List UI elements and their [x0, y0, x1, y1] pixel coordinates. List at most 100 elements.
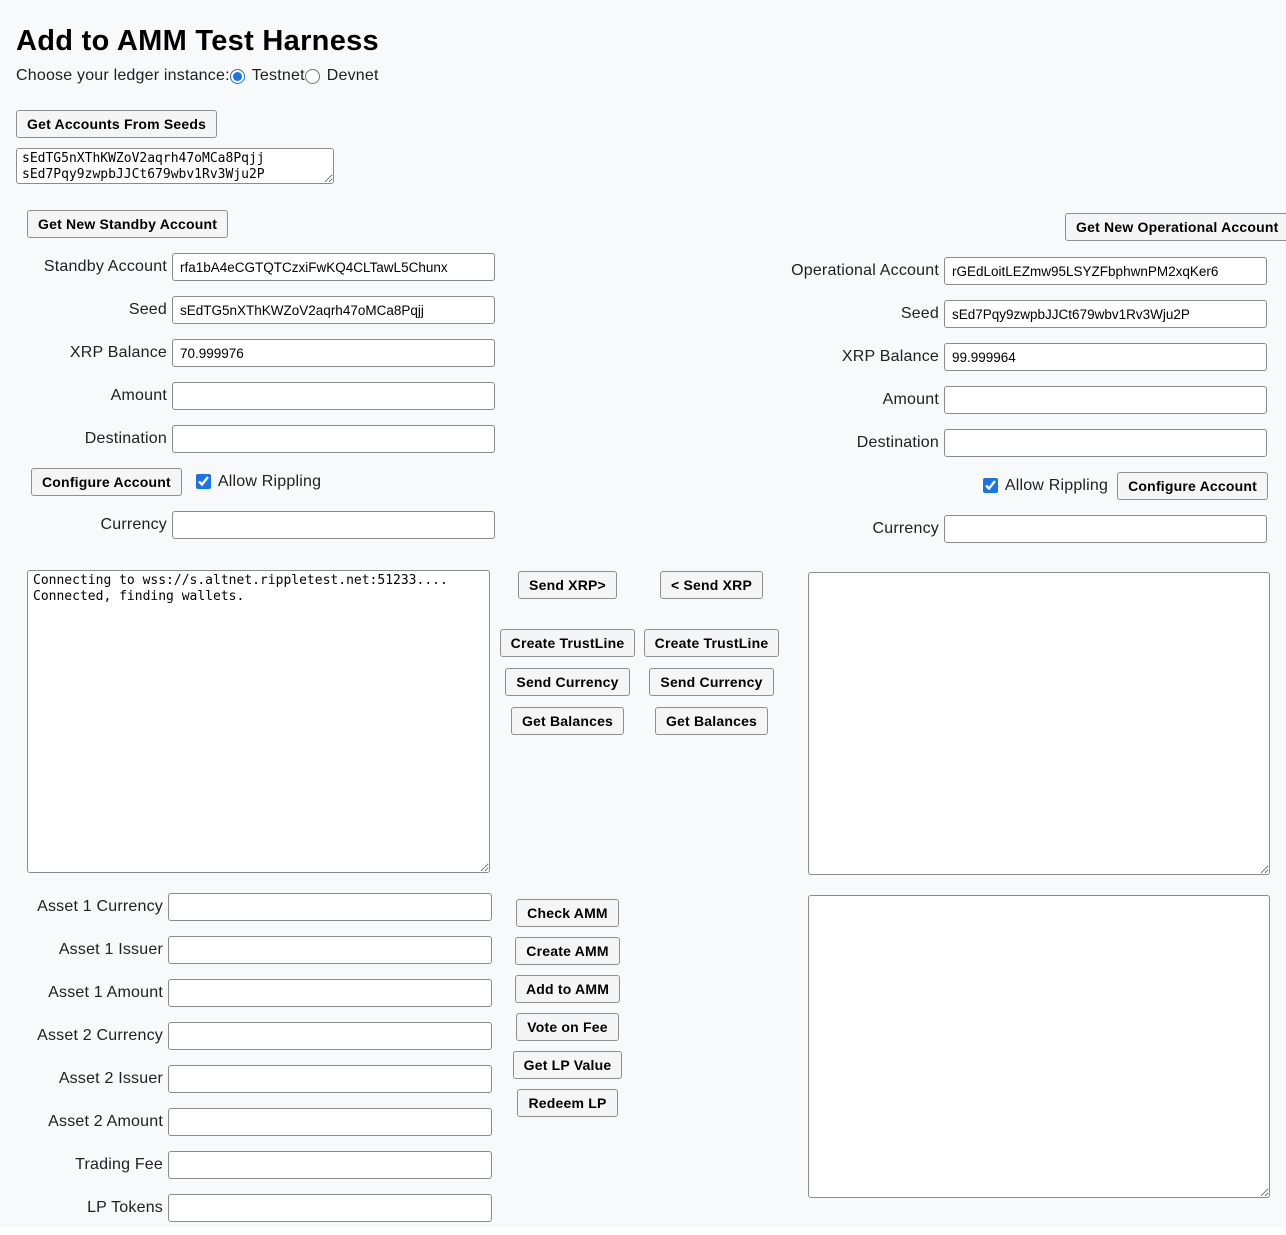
- asset2-amount-input[interactable]: [168, 1108, 492, 1136]
- trading-fee-row: Trading Fee: [0, 1151, 492, 1179]
- operational-balance-row: XRP Balance: [600, 343, 1267, 371]
- lp-tokens-label: LP Tokens: [0, 1199, 168, 1217]
- operational-seed-row: Seed: [600, 300, 1267, 328]
- page-title: Add to AMM Test Harness: [16, 25, 379, 58]
- asset2-issuer-label: Asset 2 Issuer: [0, 1070, 168, 1088]
- asset2-issuer-input[interactable]: [168, 1065, 492, 1093]
- standby-balance-row: XRP Balance: [0, 339, 495, 367]
- operational-send-currency-button[interactable]: Send Currency: [649, 668, 773, 696]
- standby-seed-input[interactable]: [172, 296, 495, 324]
- asset1-issuer-label: Asset 1 Issuer: [0, 941, 168, 959]
- operational-destination-row: Destination: [600, 429, 1267, 457]
- amm-results-textarea[interactable]: [808, 895, 1270, 1198]
- operational-account-row: Operational Account: [600, 257, 1267, 285]
- standby-send-currency-button[interactable]: Send Currency: [505, 668, 629, 696]
- asset2-currency-label: Asset 2 Currency: [0, 1027, 168, 1045]
- standby-allow-rippling-label: Allow Rippling: [218, 473, 321, 491]
- asset2-amount-row: Asset 2 Amount: [0, 1108, 492, 1136]
- operational-amount-label: Amount: [600, 391, 944, 409]
- standby-currency-row: Currency: [0, 511, 495, 539]
- testnet-radio-label: Testnet: [252, 67, 305, 85]
- check-amm-button[interactable]: Check AMM: [516, 899, 619, 927]
- asset1-currency-input[interactable]: [168, 893, 492, 921]
- standby-account-label: Standby Account: [0, 258, 172, 276]
- standby-amount-input[interactable]: [172, 382, 495, 410]
- operational-allow-rippling-checkbox[interactable]: [983, 478, 998, 493]
- add-to-amm-button[interactable]: Add to AMM: [515, 975, 620, 1003]
- asset1-currency-row: Asset 1 Currency: [0, 893, 492, 921]
- seeds-textarea[interactable]: [16, 148, 334, 184]
- standby-destination-input[interactable]: [172, 425, 495, 453]
- asset1-issuer-row: Asset 1 Issuer: [0, 936, 492, 964]
- standby-get-balances-button[interactable]: Get Balances: [511, 707, 624, 735]
- standby-configure-account-button[interactable]: Configure Account: [31, 468, 182, 496]
- get-accounts-from-seeds-button[interactable]: Get Accounts From Seeds: [16, 110, 217, 138]
- standby-xrp-balance-input[interactable]: [172, 339, 495, 367]
- standby-balance-label: XRP Balance: [0, 344, 172, 362]
- vote-on-fee-button[interactable]: Vote on Fee: [516, 1013, 619, 1041]
- operational-action-buttons: < Send XRP Create TrustLine Send Currenc…: [644, 571, 779, 746]
- operational-amount-row: Amount: [600, 386, 1267, 414]
- standby-seed-label: Seed: [0, 301, 172, 319]
- operational-seed-input[interactable]: [944, 300, 1267, 328]
- standby-action-buttons: Send XRP> Create TrustLine Send Currency…: [500, 571, 635, 746]
- operational-amount-input[interactable]: [944, 386, 1267, 414]
- operational-configure-row: Allow Rippling Configure Account: [983, 471, 1268, 500]
- standby-destination-label: Destination: [0, 430, 172, 448]
- standby-account-input[interactable]: [172, 253, 495, 281]
- lp-tokens-row: LP Tokens: [0, 1194, 492, 1222]
- operational-currency-row: Currency: [600, 515, 1267, 543]
- asset1-issuer-input[interactable]: [168, 936, 492, 964]
- asset2-issuer-row: Asset 2 Issuer: [0, 1065, 492, 1093]
- operational-account-input[interactable]: [944, 257, 1267, 285]
- trading-fee-label: Trading Fee: [0, 1156, 168, 1174]
- get-new-operational-account-button[interactable]: Get New Operational Account: [1065, 213, 1286, 241]
- ledger-prompt: Choose your ledger instance:: [16, 67, 230, 85]
- standby-send-xrp-button[interactable]: Send XRP>: [518, 571, 617, 599]
- standby-seed-row: Seed: [0, 296, 495, 324]
- operational-account-label: Operational Account: [600, 262, 944, 280]
- operational-seed-label: Seed: [600, 305, 944, 323]
- get-lp-value-button[interactable]: Get LP Value: [513, 1051, 623, 1079]
- amm-test-harness-page: Add to AMM Test Harness Choose your ledg…: [0, 0, 1286, 1235]
- standby-currency-label: Currency: [0, 516, 172, 534]
- asset1-amount-input[interactable]: [168, 979, 492, 1007]
- operational-balance-label: XRP Balance: [600, 348, 944, 366]
- standby-configure-row: Configure Account Allow Rippling: [31, 467, 321, 496]
- get-new-standby-account-button[interactable]: Get New Standby Account: [27, 210, 228, 238]
- operational-send-xrp-button[interactable]: < Send XRP: [660, 571, 763, 599]
- operational-currency-input[interactable]: [944, 515, 1267, 543]
- operational-results-textarea[interactable]: [808, 572, 1270, 875]
- operational-destination-label: Destination: [600, 434, 944, 452]
- standby-allow-rippling-checkbox[interactable]: [196, 474, 211, 489]
- ledger-instance-chooser: Choose your ledger instance: Testnet Dev…: [16, 64, 379, 88]
- standby-results-textarea[interactable]: [27, 570, 490, 873]
- redeem-lp-button[interactable]: Redeem LP: [517, 1089, 617, 1117]
- operational-xrp-balance-input[interactable]: [944, 343, 1267, 371]
- create-amm-button[interactable]: Create AMM: [515, 937, 619, 965]
- asset2-amount-label: Asset 2 Amount: [0, 1113, 168, 1131]
- asset1-amount-label: Asset 1 Amount: [0, 984, 168, 1002]
- operational-currency-label: Currency: [600, 520, 944, 538]
- operational-destination-input[interactable]: [944, 429, 1267, 457]
- standby-create-trustline-button[interactable]: Create TrustLine: [500, 629, 636, 657]
- amm-action-buttons: Check AMM Create AMM Add to AMM Vote on …: [500, 899, 635, 1127]
- standby-amount-label: Amount: [0, 387, 172, 405]
- standby-destination-row: Destination: [0, 425, 495, 453]
- operational-create-trustline-button[interactable]: Create TrustLine: [644, 629, 780, 657]
- trading-fee-input[interactable]: [168, 1151, 492, 1179]
- asset1-currency-label: Asset 1 Currency: [0, 898, 168, 916]
- devnet-radio-label: Devnet: [327, 67, 379, 85]
- standby-account-row: Standby Account: [0, 253, 495, 281]
- operational-allow-rippling-label: Allow Rippling: [1005, 477, 1108, 495]
- asset2-currency-row: Asset 2 Currency: [0, 1022, 492, 1050]
- operational-get-balances-button[interactable]: Get Balances: [655, 707, 768, 735]
- standby-amount-row: Amount: [0, 382, 495, 410]
- lp-tokens-input[interactable]: [168, 1194, 492, 1222]
- standby-currency-input[interactable]: [172, 511, 495, 539]
- asset1-amount-row: Asset 1 Amount: [0, 979, 492, 1007]
- testnet-radio[interactable]: [230, 69, 245, 84]
- asset2-currency-input[interactable]: [168, 1022, 492, 1050]
- devnet-radio[interactable]: [305, 69, 320, 84]
- operational-configure-account-button[interactable]: Configure Account: [1117, 472, 1268, 500]
